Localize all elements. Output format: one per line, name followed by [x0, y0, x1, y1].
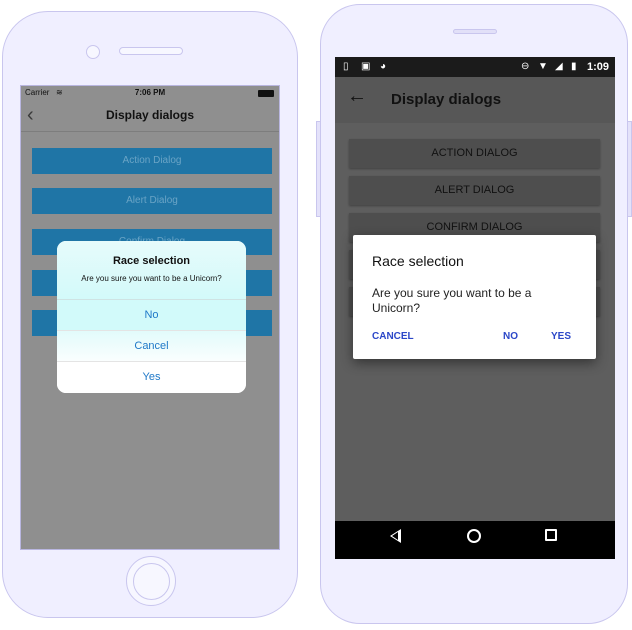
alert-no-button[interactable]: No	[57, 300, 246, 331]
alert-title: Race selection	[112, 255, 191, 267]
alert-message: Are you sure you want to be a Unicorn?	[81, 274, 222, 283]
status-time: 1:09	[586, 61, 609, 73]
home-button[interactable]	[126, 556, 176, 606]
dialog-message: Are you sure you want to be a Unicorn?	[372, 286, 532, 315]
action-dialog-button[interactable]: Action Dialog	[32, 148, 272, 174]
ios-alert-dialog: Race selection Are you sure you want to …	[57, 241, 246, 393]
alert-cancel-button[interactable]: Cancel	[57, 331, 246, 362]
speaker-grille	[453, 29, 497, 34]
triangle-back-icon[interactable]	[390, 529, 401, 543]
circle-home-icon[interactable]	[467, 529, 481, 543]
side-button-left	[316, 121, 320, 217]
alert-header: Race selection Are you sure you want to …	[57, 241, 246, 300]
dialog-title: Race selection	[372, 253, 464, 269]
android-frame: ▯ ▣ ◕ ⊖ ▼ ◢ ▮ 1:09 ← Display dialogs ACT…	[316, 4, 632, 624]
android-toolbar: ← Display dialogs	[335, 77, 615, 123]
page-title: Display dialogs	[391, 91, 502, 108]
iphone-frame: Carrier ≋ 7:06 PM ‹ Display dialogs Acti…	[2, 11, 298, 618]
status-time: 7:06 PM	[134, 88, 166, 97]
ios-navbar: ‹ Display dialogs	[21, 100, 279, 132]
action-dialog-button[interactable]: ACTION DIALOG	[349, 139, 600, 168]
do-not-disturb-icon: ⊖	[521, 61, 530, 72]
speaker-grille	[119, 47, 183, 55]
alert-yes-button[interactable]: Yes	[57, 362, 246, 393]
sim-icon: ▯	[343, 61, 349, 72]
side-button-right	[628, 121, 632, 217]
android-nav-bar	[335, 521, 615, 559]
page-title: Display dialogs	[105, 108, 195, 122]
android-alert-dialog: Race selection Are you sure you want to …	[353, 235, 596, 359]
alert-dialog-button[interactable]: Alert Dialog	[32, 188, 272, 214]
battery-icon	[258, 90, 274, 97]
battery-icon: ▮	[571, 61, 577, 72]
android-screen: ▯ ▣ ◕ ⊖ ▼ ◢ ▮ 1:09 ← Display dialogs ACT…	[335, 57, 615, 559]
dialog-no-button[interactable]: NO	[503, 331, 518, 342]
square-recents-icon[interactable]	[545, 529, 557, 541]
ios-status-bar: Carrier ≋ 7:06 PM	[21, 86, 279, 100]
wifi-icon: ▼	[538, 61, 548, 72]
arrow-left-icon[interactable]: ←	[347, 85, 367, 108]
android-icon: ◕	[380, 61, 387, 72]
image-icon: ▣	[361, 61, 371, 72]
android-status-bar: ▯ ▣ ◕ ⊖ ▼ ◢ ▮ 1:09	[335, 57, 615, 77]
dialog-yes-button[interactable]: YES	[551, 331, 571, 342]
camera-icon	[86, 45, 100, 59]
alert-dialog-button[interactable]: ALERT DIALOG	[349, 176, 600, 205]
signal-icon: ◢	[555, 61, 563, 72]
ios-screen: Carrier ≋ 7:06 PM ‹ Display dialogs Acti…	[20, 85, 280, 550]
dialog-cancel-button[interactable]: CANCEL	[372, 331, 414, 342]
